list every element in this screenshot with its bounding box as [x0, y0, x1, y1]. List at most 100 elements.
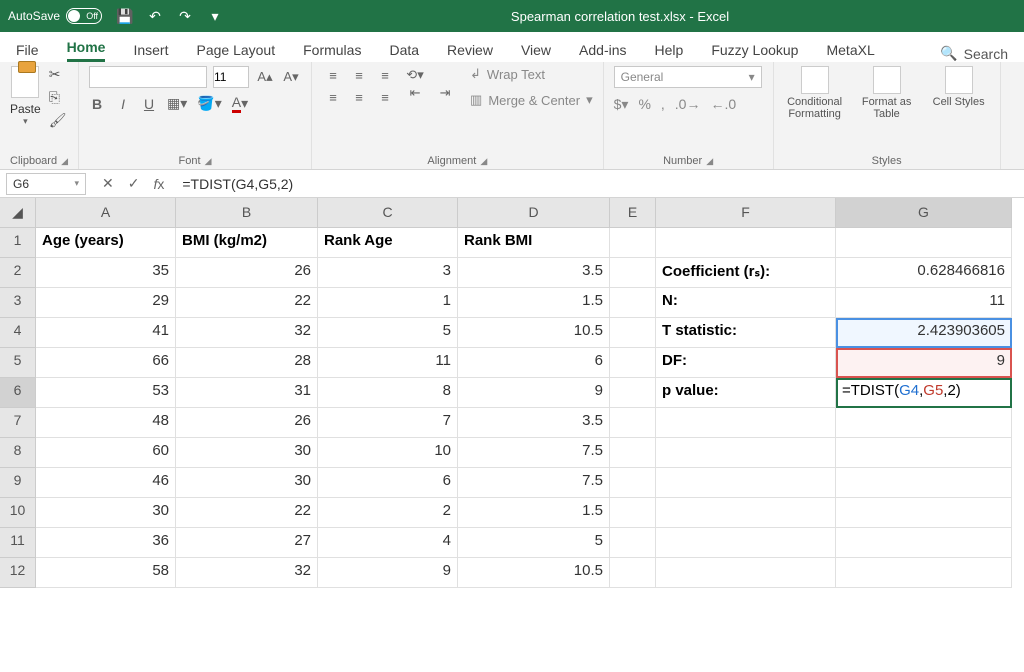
cell[interactable]: 7.5 — [458, 468, 610, 498]
cell[interactable]: 32 — [176, 558, 318, 588]
font-name-select[interactable] — [89, 66, 207, 88]
increase-decimal-icon[interactable]: .0→ — [675, 96, 701, 113]
format-as-table-button[interactable]: Format as Table — [856, 66, 918, 120]
orientation-icon[interactable]: ⟲▾ — [404, 66, 426, 84]
format-painter-icon[interactable]: 🖌 — [49, 112, 67, 129]
cell[interactable]: 9 — [318, 558, 458, 588]
decrease-indent-icon[interactable]: ⇤ — [404, 84, 426, 102]
cell[interactable]: 30 — [36, 498, 176, 528]
enter-formula-icon[interactable]: ✓ — [128, 175, 140, 192]
cell[interactable]: 10.5 — [458, 318, 610, 348]
search-button[interactable]: 🔍 Search — [940, 45, 1008, 62]
col-header-D[interactable]: D — [458, 198, 610, 228]
number-format-select[interactable]: General▾ — [614, 66, 762, 88]
row-header[interactable]: 10 — [0, 498, 36, 528]
decrease-decimal-icon[interactable]: ←.0 — [710, 96, 736, 113]
row-header[interactable]: 5 — [0, 348, 36, 378]
cell[interactable]: 22 — [176, 498, 318, 528]
select-all-corner[interactable]: ◢ — [0, 198, 36, 228]
chevron-down-icon[interactable]: ▾ — [23, 116, 28, 127]
cell[interactable]: 66 — [36, 348, 176, 378]
toggle-switch[interactable]: Off — [66, 8, 102, 24]
decrease-font-icon[interactable]: A▾ — [281, 67, 301, 87]
align-middle-icon[interactable]: ≡ — [348, 66, 370, 84]
cell[interactable]: 3.5 — [458, 258, 610, 288]
dialog-launcher-icon[interactable]: ◢ — [480, 156, 487, 167]
cancel-formula-icon[interactable]: ✕ — [102, 175, 114, 192]
cell[interactable]: 31 — [176, 378, 318, 408]
cell[interactable]: 11 — [318, 348, 458, 378]
cell[interactable] — [610, 408, 656, 438]
cell[interactable]: 28 — [176, 348, 318, 378]
tab-insert[interactable]: Insert — [133, 42, 168, 62]
col-header-F[interactable]: F — [656, 198, 836, 228]
row-header[interactable]: 7 — [0, 408, 36, 438]
cell[interactable]: 9 — [458, 378, 610, 408]
cell[interactable] — [610, 288, 656, 318]
cell[interactable] — [610, 318, 656, 348]
row-header[interactable]: 8 — [0, 438, 36, 468]
cell[interactable]: 1 — [318, 288, 458, 318]
cell[interactable] — [610, 348, 656, 378]
align-left-icon[interactable]: ≡ — [322, 88, 344, 106]
wrap-text-button[interactable]: ↲Wrap Text — [470, 66, 593, 82]
cell[interactable] — [656, 498, 836, 528]
cell[interactable] — [836, 528, 1012, 558]
cell[interactable] — [836, 408, 1012, 438]
autosave-toggle[interactable]: AutoSave Off — [8, 8, 102, 24]
row-header[interactable]: 2 — [0, 258, 36, 288]
row-header[interactable]: 11 — [0, 528, 36, 558]
row-header[interactable]: 6 — [0, 378, 36, 408]
cell[interactable]: 46 — [36, 468, 176, 498]
cell[interactable]: DF: — [656, 348, 836, 378]
percent-format-icon[interactable]: % — [638, 96, 650, 113]
save-icon[interactable]: 💾 — [116, 7, 134, 25]
col-header-A[interactable]: A — [36, 198, 176, 228]
cell[interactable]: 26 — [176, 258, 318, 288]
dialog-launcher-icon[interactable]: ◢ — [706, 156, 713, 167]
tab-home[interactable]: Home — [67, 39, 106, 62]
row-header[interactable]: 4 — [0, 318, 36, 348]
tab-review[interactable]: Review — [447, 42, 493, 62]
tab-data[interactable]: Data — [389, 42, 419, 62]
align-center-icon[interactable]: ≡ — [348, 88, 370, 106]
cell[interactable]: 11 — [836, 288, 1012, 318]
undo-icon[interactable]: ↶ — [146, 7, 164, 25]
col-header-E[interactable]: E — [610, 198, 656, 228]
cell[interactable]: 8 — [318, 378, 458, 408]
cell[interactable]: 0.628466816 — [836, 258, 1012, 288]
row-header[interactable]: 9 — [0, 468, 36, 498]
cut-icon[interactable]: ✂ — [49, 66, 67, 83]
align-right-icon[interactable]: ≡ — [374, 88, 396, 106]
paste-button[interactable]: Paste ▾ — [10, 66, 41, 127]
cell[interactable] — [610, 558, 656, 588]
cell[interactable]: Rank Age — [318, 228, 458, 258]
merge-center-button[interactable]: ▥Merge & Center ▾ — [470, 92, 593, 108]
cell-formula-ref[interactable]: 9 — [836, 348, 1012, 378]
cell[interactable]: 3.5 — [458, 408, 610, 438]
increase-indent-icon[interactable]: ⇥ — [434, 84, 456, 102]
cell[interactable]: 30 — [176, 438, 318, 468]
cell[interactable]: 53 — [36, 378, 176, 408]
cell[interactable]: 3 — [318, 258, 458, 288]
cell[interactable]: 27 — [176, 528, 318, 558]
cell[interactable] — [836, 438, 1012, 468]
cell[interactable]: 6 — [458, 348, 610, 378]
formula-input[interactable]: =TDIST(G4,G5,2) — [174, 174, 1024, 194]
cell[interactable]: BMI (kg/m2) — [176, 228, 318, 258]
conditional-formatting-button[interactable]: Conditional Formatting — [784, 66, 846, 120]
cell-styles-button[interactable]: Cell Styles — [928, 66, 990, 120]
cell[interactable]: Coefficient (rₛ): — [656, 258, 836, 288]
cell[interactable]: 7.5 — [458, 438, 610, 468]
dialog-launcher-icon[interactable]: ◢ — [205, 156, 212, 167]
cell[interactable]: 10.5 — [458, 558, 610, 588]
cell[interactable]: 10 — [318, 438, 458, 468]
cell[interactable]: 29 — [36, 288, 176, 318]
cell[interactable]: 41 — [36, 318, 176, 348]
cell[interactable] — [610, 378, 656, 408]
cell[interactable] — [836, 498, 1012, 528]
tab-addins[interactable]: Add-ins — [579, 42, 626, 62]
tab-help[interactable]: Help — [655, 42, 684, 62]
cell[interactable]: 6 — [318, 468, 458, 498]
cell[interactable] — [656, 558, 836, 588]
